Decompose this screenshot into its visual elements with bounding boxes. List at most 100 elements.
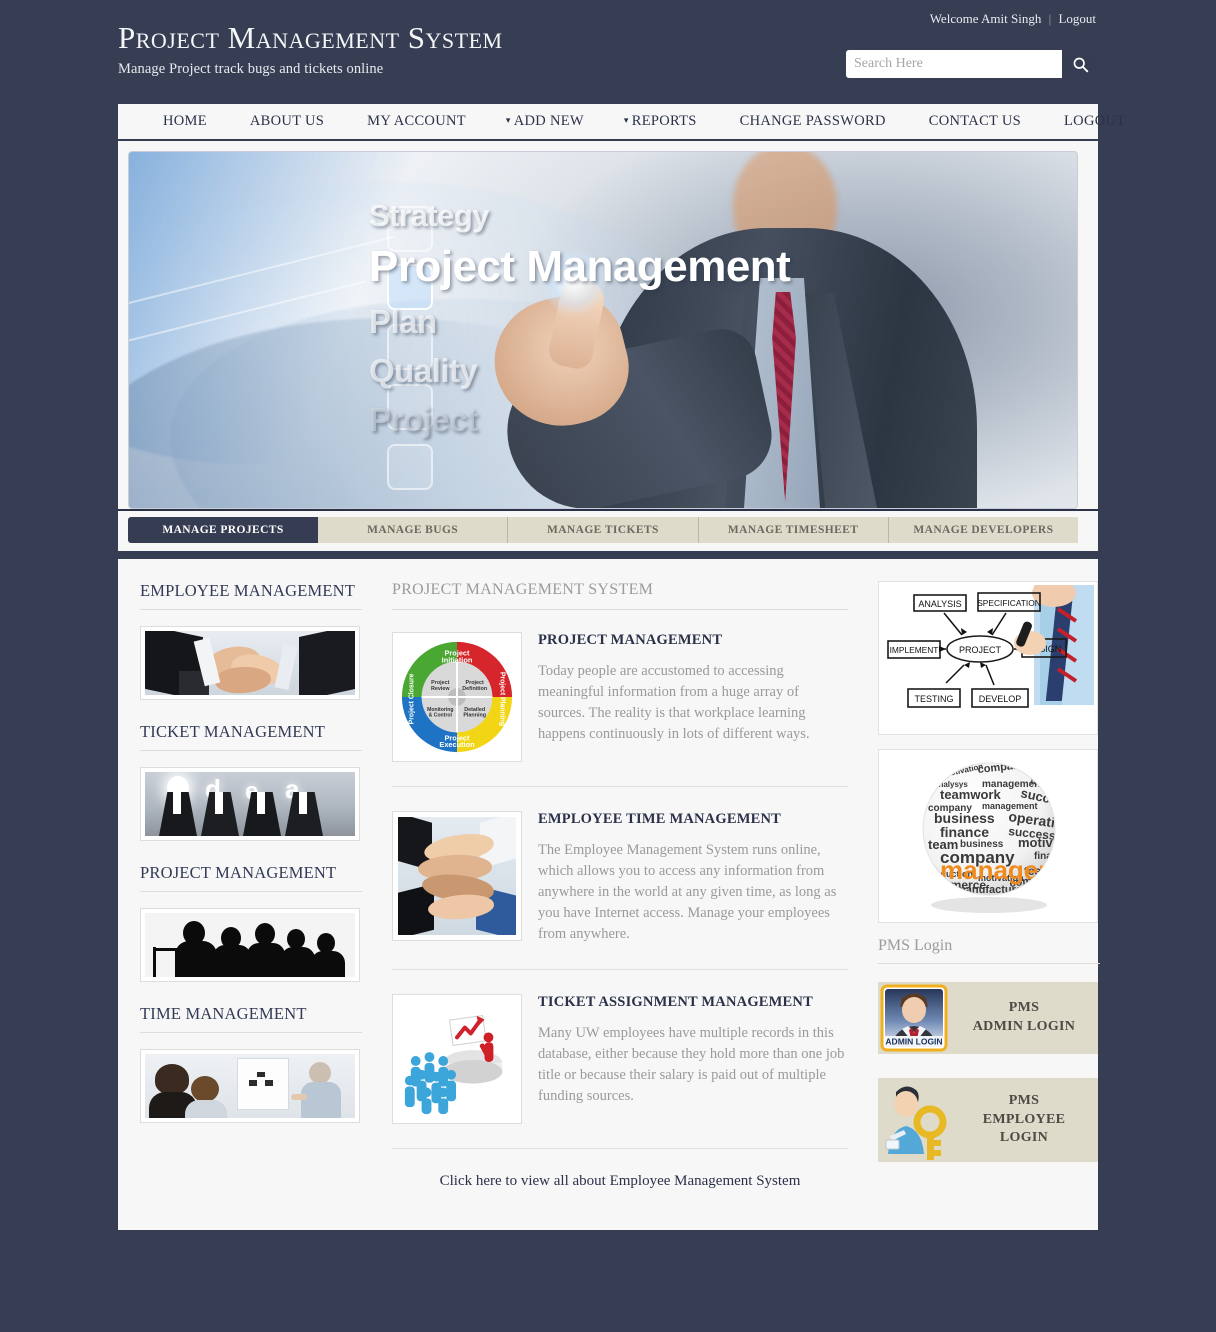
nav-item-my-account[interactable]: My Account — [364, 113, 466, 130]
sidebar-heading-project-management: Project Management — [140, 863, 362, 892]
word-cloud-sphere: motivation company analysys management t… — [882, 753, 1094, 919]
tab-manage-tickets[interactable]: Manage Tickets — [508, 517, 699, 543]
svg-text:teamwork: teamwork — [940, 787, 1001, 802]
chevron-down-icon-add-new: ▾ — [505, 115, 511, 125]
presentation-photo — [145, 1054, 355, 1118]
nav-label-add-new: Add New — [513, 113, 584, 129]
hero-banner-image: Strategy Project Management Plan Quality… — [128, 151, 1078, 509]
nav-item-add-new[interactable]: ▾ Add New — [506, 113, 584, 130]
svg-text:Execution: Execution — [439, 740, 475, 749]
nav-label-logout: Logout — [1064, 113, 1126, 129]
svg-text:Planning: Planning — [463, 713, 486, 719]
management-word-globe: motivation company analysys management t… — [882, 753, 1094, 919]
pms-employee-login-line1: PMS — [1008, 1092, 1040, 1108]
pms-admin-login-line2: ADMIN LOGIN — [972, 1019, 1076, 1034]
svg-text:ADMIN LOGIN: ADMIN LOGIN — [885, 1037, 942, 1047]
idea-businessmen-photo: d e a — [145, 772, 355, 836]
view-all-link[interactable]: Click here to view all about Employee Ma… — [392, 1173, 848, 1190]
tab-strip-wrapper: Manage Projects Manage Bugs Manage Ticke… — [118, 511, 1098, 551]
main-column: Project Management System Project Initia… — [392, 581, 848, 1190]
svg-text:ANALYSIS: ANALYSIS — [918, 599, 961, 609]
search-box[interactable] — [846, 50, 1098, 78]
main-nav-wrapper: Home About Us My Account ▾ Add New ▾ Repor… — [118, 104, 1125, 141]
article-title-employee-time-management: Employee Time Management — [538, 811, 781, 827]
brand-block: Project Management System Manage Project… — [118, 21, 503, 78]
article-thumb-project-management[interactable]: Project Initiation Project Execution Pro… — [392, 632, 522, 762]
article-employee-time-management: Employee Time Management The Employee Ma… — [392, 811, 848, 971]
nav-item-home[interactable]: Home — [160, 113, 207, 130]
search-input[interactable] — [846, 50, 1062, 78]
tab-manage-developers[interactable]: Manage Developers — [888, 517, 1078, 543]
article-ticket-assignment-management: Ticket Assignment Management Many UW emp… — [392, 994, 848, 1150]
svg-text:Review: Review — [431, 686, 450, 692]
article-text-project-management: Today people are accustomed to accessing… — [538, 663, 810, 743]
right-image-box-globe[interactable]: motivation company analysys management t… — [878, 749, 1098, 923]
crowd-leader-3d-graphic — [398, 1000, 516, 1119]
pms-employee-login-line2: EMPLOYEE — [982, 1111, 1066, 1127]
svg-text:PROJECT: PROJECT — [959, 645, 1002, 655]
main-nav: Home About Us My Account ▾ Add New ▾ Repor… — [118, 104, 1125, 141]
banner-word-quality: Quality — [369, 352, 478, 389]
header-logout-link[interactable]: Logout — [1058, 11, 1096, 26]
article-project-management: Project Initiation Project Execution Pro… — [392, 632, 848, 787]
admin-avatar-icon: ADMIN LOGIN — [878, 982, 950, 1054]
pms-employee-login-button[interactable]: PMS EMPLOYEE LOGIN — [878, 1078, 1098, 1162]
article-body-ticket-assignment-management: Ticket Assignment Management Many UW emp… — [538, 994, 848, 1124]
nav-label-my-account: My Account — [367, 113, 466, 129]
right-sidebar: ANALYSIS SPECIFICATION IMPLEMENT PROJECT… — [878, 581, 1100, 1190]
nav-item-about-us[interactable]: About Us — [247, 113, 324, 130]
svg-text:Definition: Definition — [462, 686, 487, 692]
svg-text:Project Planning: Project Planning — [498, 672, 505, 726]
article-text-ticket-assignment-management: Many UW employees have multiple records … — [538, 1025, 845, 1105]
sidebar-thumb-project-management[interactable] — [140, 908, 360, 982]
left-sidebar: Employee Management Ticket Management d … — [140, 581, 362, 1190]
nav-item-reports[interactable]: ▾ Reports — [624, 113, 697, 130]
pms-login-heading: PMS Login — [878, 937, 1100, 964]
search-icon — [1073, 57, 1088, 72]
banner-word-strategy: Strategy — [369, 198, 490, 233]
sidebar-thumb-time-management[interactable] — [140, 1049, 360, 1123]
article-body-project-management: Project Management Today people are accu… — [538, 632, 848, 762]
tab-manage-timesheet[interactable]: Manage Timesheet — [698, 517, 889, 543]
svg-text:& Control: & Control — [429, 713, 453, 719]
search-button[interactable] — [1062, 50, 1098, 78]
page-title: Project Management System — [392, 581, 848, 610]
tab-manage-projects[interactable]: Manage Projects — [128, 517, 318, 543]
banner-word-project-management: Project Management — [369, 242, 791, 291]
nav-label-about-us: About Us — [249, 113, 325, 129]
nav-label-change-password: Change Password — [739, 113, 886, 129]
sidebar-thumb-employee-management[interactable] — [140, 626, 360, 700]
banner-word-plan: Plan — [369, 303, 437, 340]
stacked-hands-photo — [398, 817, 516, 935]
welcome-bar: Welcome Amit Singh | Logout — [930, 11, 1096, 27]
site-header: Project Management System Manage Project… — [0, 0, 1216, 104]
banner-word-list: Strategy Project Management Plan Quality… — [369, 198, 791, 436]
employee-key-icon — [878, 1078, 950, 1162]
nav-label-home: Home — [163, 113, 207, 129]
pms-employee-login-line3: LOGIN — [999, 1130, 1049, 1146]
nav-item-contact-us[interactable]: Contact Us — [926, 113, 1021, 130]
welcome-text: Welcome Amit Singh — [929, 11, 1042, 26]
article-thumb-employee-time-management[interactable] — [392, 811, 522, 941]
sidebar-thumb-ticket-management[interactable]: d e a — [140, 767, 360, 841]
tab-manage-bugs[interactable]: Manage Bugs — [318, 517, 509, 543]
pms-admin-login-button[interactable]: ADMIN LOGIN PMS ADMIN LOGIN — [878, 982, 1098, 1054]
whiteboard-diagram: ANALYSIS SPECIFICATION IMPLEMENT PROJECT… — [882, 585, 1094, 731]
banner-wrapper: Strategy Project Management Plan Quality… — [118, 141, 1098, 511]
site-tagline: Manage Project track bugs and tickets on… — [118, 60, 384, 77]
article-text-employee-time-management: The Employee Management System runs onli… — [538, 842, 837, 943]
nav-item-logout[interactable]: Logout — [1061, 113, 1125, 130]
team-handshake-photo — [145, 631, 355, 695]
svg-text:DEVELOP: DEVELOP — [979, 694, 1022, 704]
project-lifecycle-wheel: Project Initiation Project Execution Pro… — [401, 641, 513, 753]
svg-text:Initiation: Initiation — [442, 656, 473, 665]
banner-square-5 — [387, 444, 433, 490]
chevron-down-icon-reports: ▾ — [623, 115, 629, 125]
svg-text:TESTING: TESTING — [914, 694, 953, 704]
main-content: Employee Management Ticket Management d … — [118, 559, 1100, 1231]
article-thumb-ticket-assignment-management[interactable] — [392, 994, 522, 1125]
nav-item-change-password[interactable]: Change Password — [737, 113, 886, 130]
right-image-box-whiteboard[interactable]: ANALYSIS SPECIFICATION IMPLEMENT PROJECT… — [878, 581, 1098, 735]
project-flow-whiteboard: ANALYSIS SPECIFICATION IMPLEMENT PROJECT… — [882, 585, 1094, 731]
pms-admin-login-line1: PMS — [1008, 1000, 1040, 1016]
